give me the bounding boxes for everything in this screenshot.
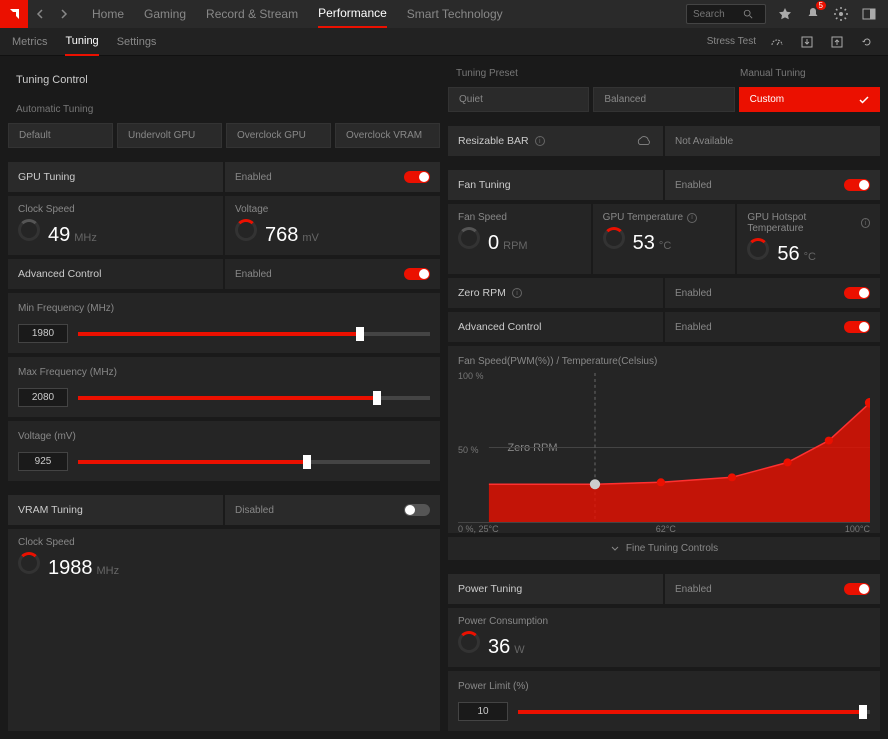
fan-curve-chart[interactable]: Fan Speed(PWM(%)) / Temperature(Celsius)… <box>448 346 880 533</box>
opt-balanced[interactable]: Balanced <box>593 87 734 112</box>
settings-icon[interactable] <box>832 5 850 23</box>
gauge-icon <box>18 219 40 241</box>
power-limit-slider-box: Power Limit (%) <box>448 671 880 731</box>
voltage-slider-box: Voltage (mV) <box>8 421 440 481</box>
manual-tuning-header: Manual Tuning <box>732 64 880 83</box>
check-icon <box>859 95 869 105</box>
gpu-voltage-metric: Voltage 768mV <box>225 196 440 255</box>
right-column: Tuning Preset Manual Tuning Quiet Balanc… <box>448 64 880 731</box>
voltage-slider[interactable] <box>78 460 430 464</box>
export-icon[interactable] <box>828 33 846 51</box>
stress-test-label[interactable]: Stress Test <box>707 36 756 47</box>
min-freq-slider-box: Min Frequency (MHz) <box>8 293 440 353</box>
auto-tuning-header: Automatic Tuning <box>8 100 440 119</box>
fan-adv-toggle[interactable] <box>844 321 870 333</box>
info-icon[interactable]: i <box>535 136 545 146</box>
info-icon[interactable]: i <box>687 213 697 223</box>
notifications-icon[interactable]: 5 <box>804 5 822 23</box>
vram-tuning-toggle[interactable] <box>404 504 430 516</box>
vram-tuning-header: VRAM Tuning <box>8 495 223 525</box>
opt-custom[interactable]: Custom <box>739 87 880 112</box>
fan-speed-metric: Fan Speed 0RPM <box>448 204 591 274</box>
gauge-icon <box>603 227 625 249</box>
gpu-tuning-header: GPU Tuning <box>8 162 223 192</box>
vram-clock-metric: Clock Speed 1988MHz <box>8 529 440 731</box>
tuning-control-title: Tuning Control <box>8 64 440 96</box>
gpu-tuning-toggle[interactable] <box>404 171 430 183</box>
left-column: Tuning Control Automatic Tuning Default … <box>8 64 440 731</box>
tab-home[interactable]: Home <box>92 0 124 28</box>
forward-button[interactable] <box>52 0 76 28</box>
gpu-tuning-toggle-row: Enabled <box>225 162 440 192</box>
chevron-down-icon <box>610 544 620 554</box>
gauge-icon <box>18 552 40 574</box>
fan-tuning-toggle[interactable] <box>844 179 870 191</box>
gpu-adv-toggle[interactable] <box>404 268 430 280</box>
power-limit-input[interactable] <box>458 702 508 721</box>
notif-badge: 5 <box>816 1 826 10</box>
favorite-icon[interactable] <box>776 5 794 23</box>
amd-logo <box>0 0 28 28</box>
gauge-icon <box>747 238 769 260</box>
opt-default[interactable]: Default <box>8 123 113 148</box>
reset-icon[interactable] <box>858 33 876 51</box>
max-freq-slider[interactable] <box>78 396 430 400</box>
power-limit-slider[interactable] <box>518 710 870 714</box>
gauge-icon <box>458 631 480 653</box>
back-button[interactable] <box>28 0 52 28</box>
subtab-metrics[interactable]: Metrics <box>12 28 47 56</box>
gpu-clock-metric: Clock Speed 49MHz <box>8 196 223 255</box>
hotspot-temp-metric: GPU Hotspot Temperaturei 56°C <box>737 204 880 274</box>
power-tuning-header: Power Tuning <box>448 574 663 604</box>
search-icon <box>743 9 753 19</box>
min-freq-slider[interactable] <box>78 332 430 336</box>
tab-record-stream[interactable]: Record & Stream <box>206 0 298 28</box>
tab-smart-technology[interactable]: Smart Technology <box>407 0 503 28</box>
search-box[interactable] <box>686 4 766 24</box>
import-icon[interactable] <box>798 33 816 51</box>
cloud-icon <box>635 135 653 147</box>
info-icon[interactable]: i <box>861 218 870 228</box>
main-tabs: Home Gaming Record & Stream Performance … <box>76 0 519 28</box>
search-input[interactable] <box>693 9 743 20</box>
window-icon[interactable] <box>860 5 878 23</box>
gauge-icon[interactable] <box>768 33 786 51</box>
max-freq-input[interactable] <box>18 388 68 407</box>
info-icon[interactable]: i <box>512 288 522 298</box>
min-freq-input[interactable] <box>18 324 68 343</box>
fan-tuning-header: Fan Tuning <box>448 170 663 200</box>
opt-overclock-vram[interactable]: Overclock VRAM <box>335 123 440 148</box>
tab-gaming[interactable]: Gaming <box>144 0 186 28</box>
voltage-input[interactable] <box>18 452 68 471</box>
opt-overclock-gpu[interactable]: Overclock GPU <box>226 123 331 148</box>
gpu-temp-metric: GPU Temperaturei 53°C <box>593 204 736 274</box>
resizable-bar-row: Resizable BAR i <box>448 126 663 156</box>
max-freq-slider-box: Max Frequency (MHz) <box>8 357 440 417</box>
tab-performance[interactable]: Performance <box>318 0 387 28</box>
gauge-icon <box>235 219 257 241</box>
power-tuning-toggle[interactable] <box>844 583 870 595</box>
gauge-icon <box>458 227 480 249</box>
fine-tuning-controls[interactable]: Fine Tuning Controls <box>448 537 880 560</box>
top-bar: Home Gaming Record & Stream Performance … <box>0 0 888 28</box>
opt-quiet[interactable]: Quiet <box>448 87 589 112</box>
gpu-adv-control-label: Advanced Control <box>8 259 223 289</box>
power-consumption-metric: Power Consumption 36W <box>448 608 880 667</box>
subtab-settings[interactable]: Settings <box>117 28 157 56</box>
opt-undervolt-gpu[interactable]: Undervolt GPU <box>117 123 222 148</box>
zero-rpm-toggle[interactable] <box>844 287 870 299</box>
tuning-preset-header: Tuning Preset <box>448 64 728 83</box>
sub-bar: Metrics Tuning Settings Stress Test <box>0 28 888 56</box>
subtab-tuning[interactable]: Tuning <box>65 28 98 56</box>
